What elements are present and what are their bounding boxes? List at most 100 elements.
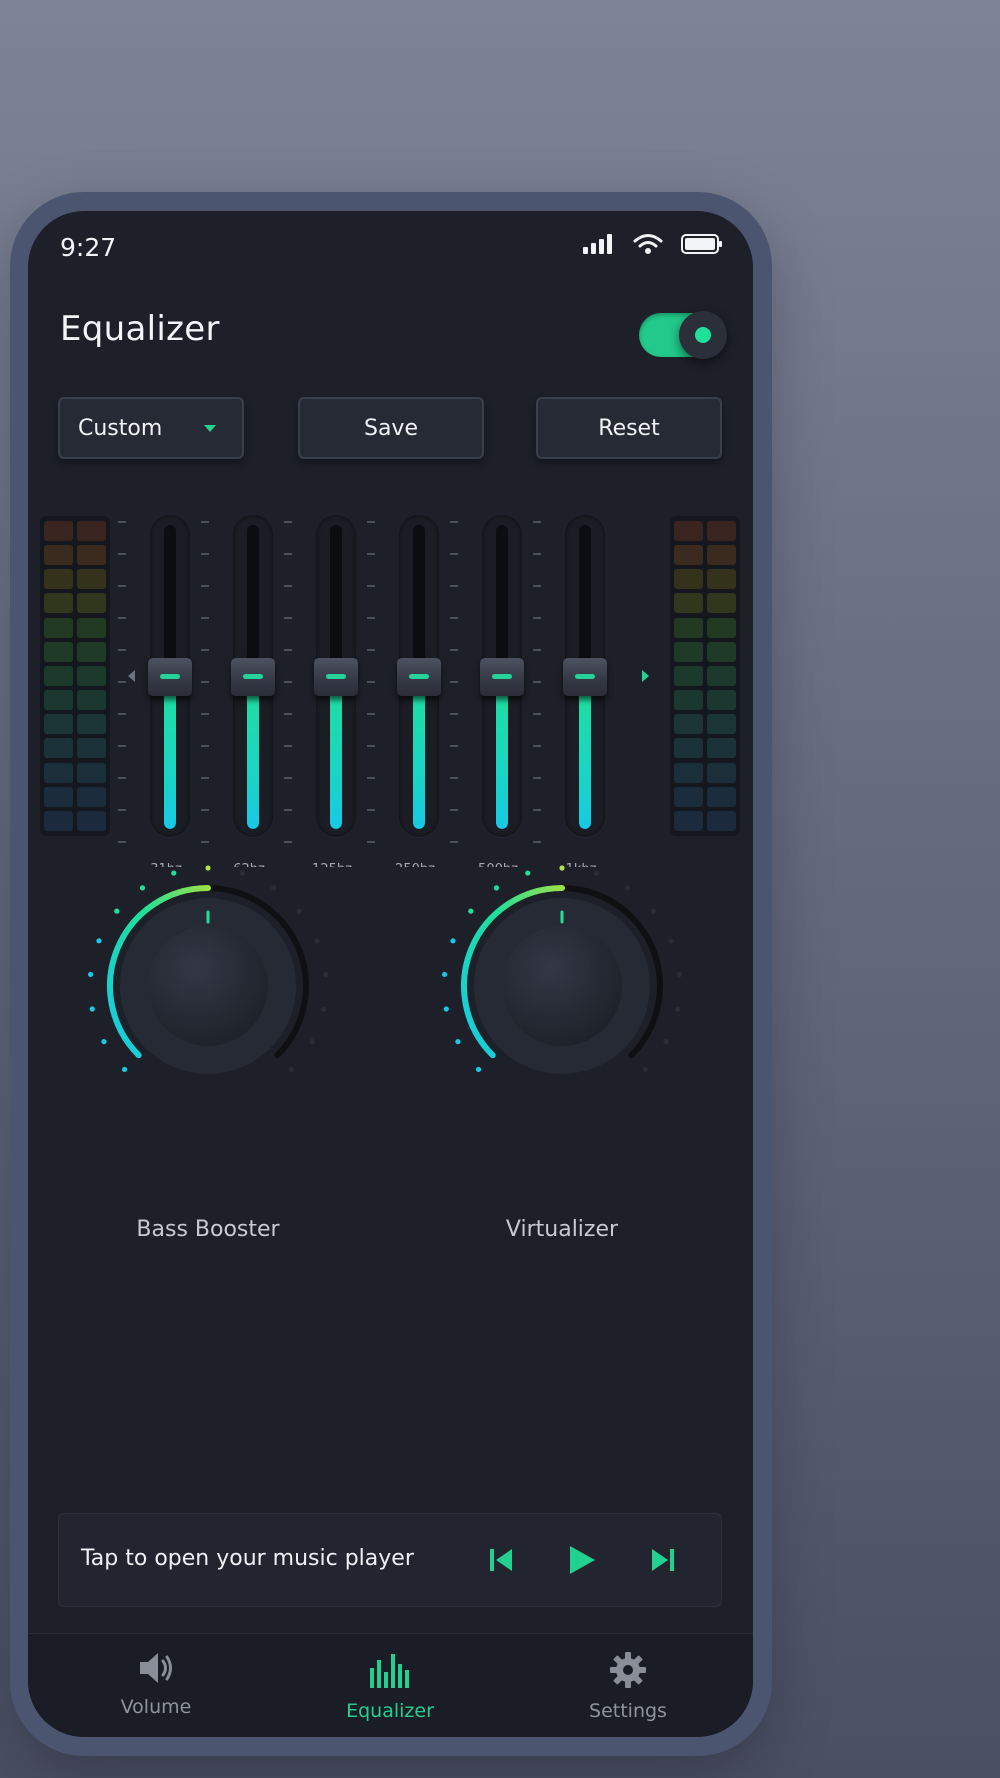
meter-cell (77, 738, 106, 759)
meter-cell (77, 690, 106, 711)
tick-mark (450, 617, 458, 619)
slider-thumb[interactable] (231, 658, 275, 696)
eq-band-slider[interactable]: 31hz (118, 507, 202, 867)
knob-scale-dot (121, 1066, 128, 1073)
slider-thumb[interactable] (314, 658, 358, 696)
meter-cell (44, 738, 73, 759)
meter-cell (77, 665, 106, 686)
knob-scale-dot (450, 938, 456, 944)
tick-mark (533, 585, 541, 587)
eq-band-slider[interactable]: 500hz (450, 507, 534, 867)
tick-mark (118, 809, 126, 811)
tick-mark (201, 617, 209, 619)
tick-mark (201, 585, 209, 587)
meter-cell (707, 786, 736, 807)
tick-mark (118, 649, 126, 651)
tick-mark (450, 713, 458, 715)
tick-mark (201, 841, 209, 843)
tick-mark (367, 553, 375, 555)
nav-item-volume[interactable]: Volume (76, 1650, 236, 1718)
knob-scale-dot (668, 938, 674, 944)
slider-ticks (118, 521, 126, 843)
tick-mark (284, 585, 292, 587)
meter-cell (707, 714, 736, 735)
knob-scale-dot (468, 908, 474, 914)
knob-scale-dot (96, 938, 102, 944)
knob-scale-dot (593, 870, 599, 876)
next-track-icon[interactable] (643, 1540, 683, 1580)
eq-band-slider[interactable]: 125hz (284, 507, 368, 867)
slider-fill (413, 677, 425, 829)
tick-mark (533, 617, 541, 619)
virtualizer-knob[interactable] (432, 856, 692, 1116)
tick-mark (201, 521, 209, 523)
knob-scale-dot (89, 1006, 95, 1012)
tick-mark (450, 553, 458, 555)
tick-mark (367, 777, 375, 779)
thumb-indicator (575, 674, 595, 679)
slider-thumb[interactable] (148, 658, 192, 696)
knob-dial[interactable] (148, 926, 268, 1046)
knob-scale-dot (296, 908, 302, 914)
play-icon[interactable] (561, 1540, 601, 1580)
meter-cell (674, 786, 703, 807)
meter-cell (674, 810, 703, 831)
tick-mark (450, 777, 458, 779)
tick-mark (284, 745, 292, 747)
eq-band-slider[interactable]: 1khz (533, 507, 617, 867)
bottom-navigation: Volume Equalizer Settings (28, 1633, 753, 1737)
preset-dropdown[interactable]: Custom (58, 397, 244, 459)
meter-cell (44, 762, 73, 783)
tick-mark (533, 649, 541, 651)
battery-icon (681, 233, 723, 259)
knob-scale-dot (624, 885, 631, 891)
eq-band-slider[interactable]: 250hz (367, 507, 451, 867)
eq-band-slider[interactable]: 62hz (201, 507, 285, 867)
nav-item-settings[interactable]: Settings (548, 1650, 708, 1722)
equalizer-toggle[interactable] (639, 311, 727, 359)
knob-scale-dot (475, 1066, 482, 1073)
virtualizer-label: Virtualizer (505, 1217, 619, 1242)
preset-label: Custom (78, 415, 163, 441)
tick-mark (533, 681, 541, 683)
tick-mark (284, 649, 292, 651)
slider-thumb[interactable] (563, 658, 607, 696)
tick-mark (201, 777, 209, 779)
scroll-right-icon[interactable] (642, 670, 649, 682)
meter-cell (44, 569, 73, 590)
meter-cell (77, 714, 106, 735)
slider-thumb[interactable] (397, 658, 441, 696)
gear-icon (608, 1652, 648, 1694)
signal-icon (583, 233, 615, 259)
meter-cell (707, 690, 736, 711)
save-button[interactable]: Save (298, 397, 484, 459)
nav-item-equalizer[interactable]: Equalizer (310, 1650, 470, 1722)
knob-scale-dot (87, 971, 94, 978)
knob-dial[interactable] (502, 926, 622, 1046)
bass-booster-knob[interactable] (78, 856, 338, 1116)
slider-thumb[interactable] (480, 658, 524, 696)
app-screen: 9:27 Equalizer Custom Save Reset Bass Bo… (28, 211, 753, 1737)
meter-cell (44, 593, 73, 614)
tick-mark (450, 841, 458, 843)
toggle-knob[interactable] (679, 311, 727, 359)
slider-ticks (450, 521, 458, 843)
slider-fill (164, 677, 176, 829)
tick-mark (367, 745, 375, 747)
meter-cell (707, 665, 736, 686)
previous-track-icon[interactable] (481, 1540, 521, 1580)
meter-cell (77, 762, 106, 783)
tick-mark (201, 809, 209, 811)
meter-cell (707, 738, 736, 759)
level-meter-right (670, 516, 740, 836)
tick-mark (284, 777, 292, 779)
level-meter-left (40, 516, 110, 836)
meter-cell (674, 762, 703, 783)
nav-label-volume: Volume (120, 1696, 192, 1718)
knob-scale-dot (559, 865, 565, 871)
meter-cell (44, 690, 73, 711)
meter-cell (44, 545, 73, 566)
reset-button[interactable]: Reset (536, 397, 722, 459)
music-player-bar[interactable]: Tap to open your music player (58, 1513, 722, 1607)
knob-scale-dot (321, 1006, 327, 1012)
